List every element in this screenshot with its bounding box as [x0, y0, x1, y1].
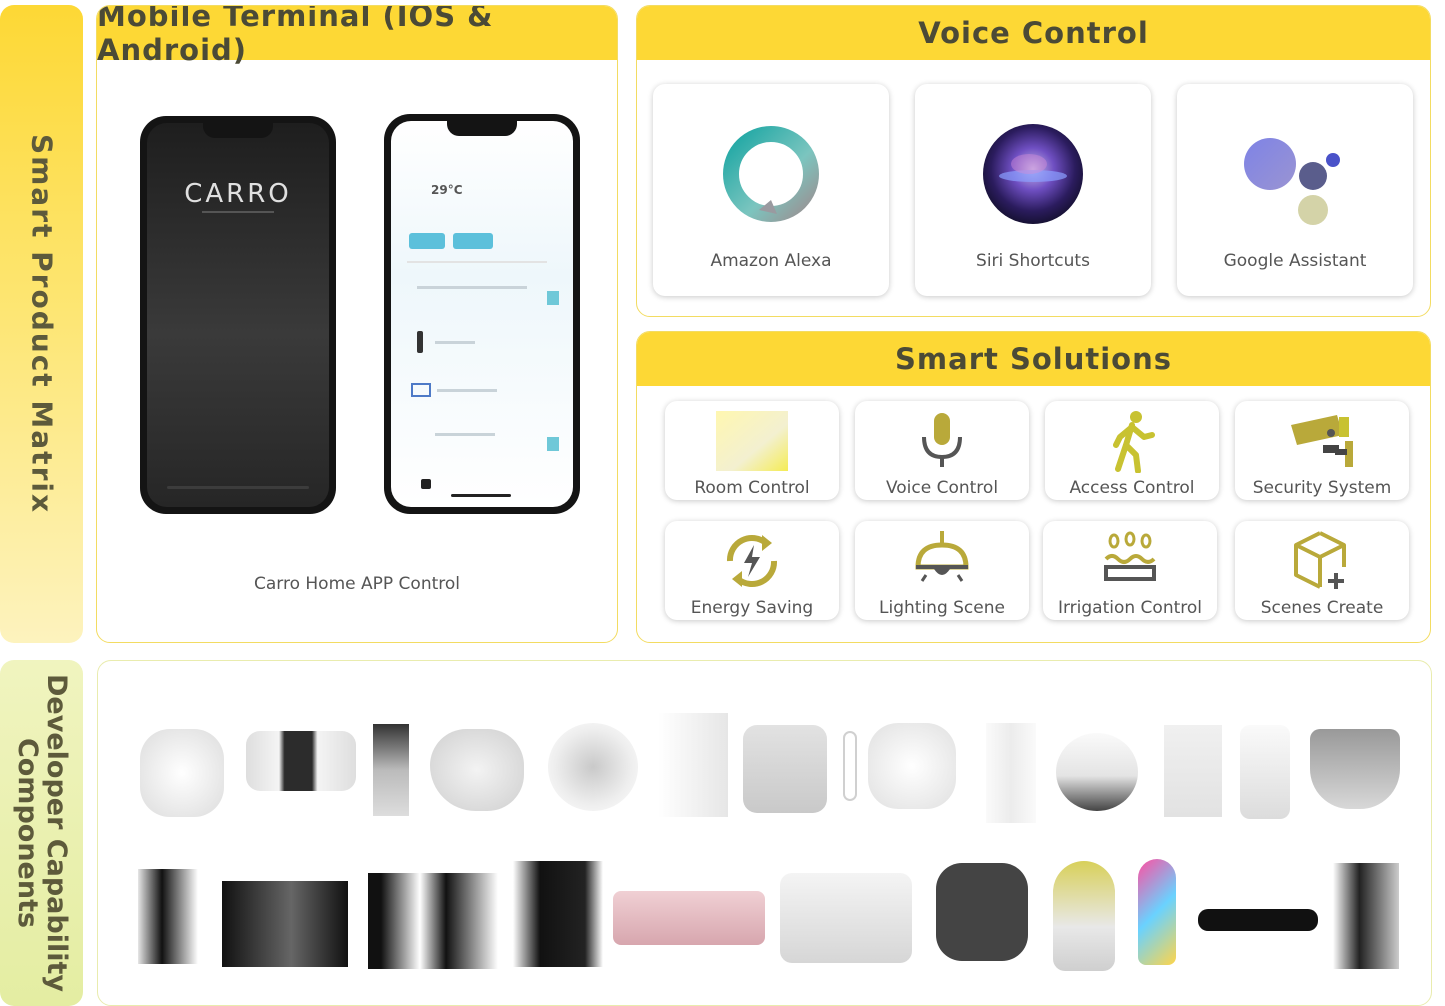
walking-person-icon	[1113, 411, 1155, 473]
developer-capability-sidebar: Developer Capability Components	[0, 660, 83, 1006]
device-image	[1164, 725, 1222, 817]
device-image	[1240, 725, 1290, 819]
voice-control-title: Voice Control	[637, 6, 1430, 60]
voice-card-google-assistant: Google Assistant	[1177, 84, 1413, 296]
microphone-icon	[922, 413, 962, 467]
solution-irrigation-control: Irrigation Control	[1043, 521, 1217, 620]
scenes-create-label: Scenes Create	[1260, 598, 1384, 618]
solution-room-control: Room Control	[665, 401, 839, 500]
cctv-camera-icon	[1291, 415, 1353, 467]
device-image	[222, 881, 348, 967]
siri-icon	[983, 124, 1083, 224]
room-control-label: Room Control	[694, 478, 810, 498]
irrigation-control-label: Irrigation Control	[1057, 598, 1203, 618]
voice-control-panel: Voice Control Amazon Alexa Siri Shortcut…	[636, 5, 1431, 317]
device-image	[1198, 909, 1318, 931]
device-image	[868, 723, 956, 809]
ceiling-lamp-icon	[915, 531, 969, 582]
device-image	[246, 731, 356, 791]
smart-product-matrix-sidebar: Smart Product Matrix	[0, 5, 83, 643]
energy-saving-label: Energy Saving	[690, 598, 814, 618]
phone-app-screen-image: 29°C	[384, 114, 580, 514]
access-control-label: Access Control	[1069, 478, 1195, 498]
device-image	[140, 729, 224, 817]
irrigation-icon	[1104, 531, 1156, 581]
device-image	[780, 873, 912, 963]
device-image	[843, 731, 857, 801]
solution-energy-saving: Energy Saving	[665, 521, 839, 620]
room-icon	[716, 411, 788, 471]
voice-control-label: Voice Control	[885, 478, 999, 498]
device-image	[658, 713, 728, 817]
solution-voice-control: Voice Control	[855, 401, 1029, 500]
device-image	[138, 869, 198, 964]
developer-capability-label: Developer Capability Components	[11, 674, 72, 992]
google-assistant-label: Google Assistant	[1223, 251, 1367, 271]
security-system-label: Security System	[1252, 478, 1392, 498]
alexa-label: Amazon Alexa	[710, 251, 832, 271]
phone-splash-image: CARRO	[140, 116, 336, 514]
device-image	[1333, 863, 1399, 969]
solution-lighting-scene: Lighting Scene	[855, 521, 1029, 620]
device-image	[368, 873, 498, 969]
smart-solutions-title: Smart Solutions	[637, 332, 1430, 386]
voice-card-alexa: Amazon Alexa	[653, 84, 889, 296]
developer-capability-line1: Developer Capability	[40, 674, 72, 992]
app-temperature-readout: 29°C	[431, 183, 463, 197]
smart-product-matrix-label: Smart Product Matrix	[25, 133, 58, 515]
developer-capability-line2: Components	[11, 737, 43, 929]
device-image	[986, 723, 1036, 823]
mobile-terminal-caption: Carro Home APP Control	[254, 574, 460, 594]
device-image	[548, 723, 638, 811]
lighting-scene-label: Lighting Scene	[879, 598, 1005, 618]
device-image	[613, 891, 765, 945]
mobile-terminal-title: Mobile Terminal (IOS & Android)	[97, 6, 617, 67]
solution-scenes-create: Scenes Create	[1235, 521, 1409, 620]
siri-label: Siri Shortcuts	[976, 251, 1090, 271]
device-image	[1053, 861, 1115, 971]
device-image	[513, 861, 603, 967]
carro-logo: CARRO	[184, 179, 292, 209]
mobile-terminal-panel: Mobile Terminal (IOS & Android) CARRO 29…	[96, 5, 618, 643]
cube-plus-icon	[1294, 531, 1346, 589]
device-image	[1310, 729, 1400, 809]
developer-components-panel	[97, 660, 1432, 1006]
alexa-icon	[723, 126, 819, 222]
device-image	[1056, 733, 1138, 811]
device-image	[1138, 859, 1176, 965]
solution-security-system: Security System	[1235, 401, 1409, 500]
voice-card-siri: Siri Shortcuts	[915, 84, 1151, 296]
device-image	[743, 725, 827, 813]
device-image	[936, 863, 1028, 961]
smart-solutions-panel: Smart Solutions Room Control Voice Contr…	[636, 331, 1431, 643]
solution-access-control: Access Control	[1045, 401, 1219, 500]
energy-cycle-icon	[726, 534, 778, 588]
device-image	[373, 724, 409, 816]
device-image	[430, 729, 524, 811]
google-assistant-icon	[1244, 138, 1340, 225]
